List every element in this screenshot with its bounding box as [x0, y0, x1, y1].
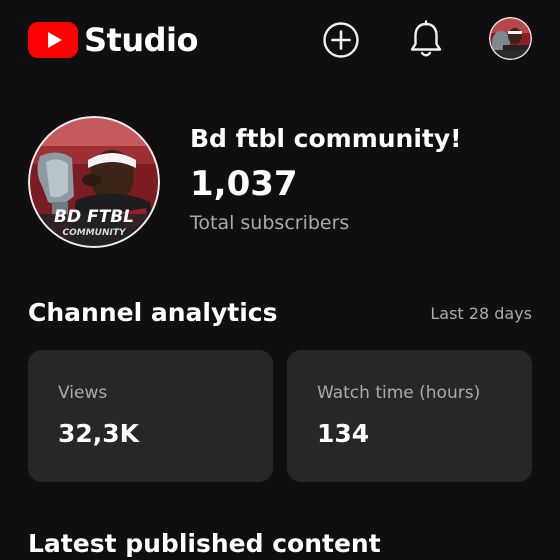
studio-logo[interactable]: Studio [28, 22, 198, 58]
watch-time-label: Watch time (hours) [317, 383, 481, 403]
add-circle-icon [323, 22, 359, 58]
create-button[interactable] [321, 20, 361, 60]
channel-avatar-image: BD FTBL COMMUNITY [28, 116, 160, 248]
channel-avatar[interactable]: BD FTBL COMMUNITY [28, 116, 160, 248]
subscriber-label: Total subscribers [190, 212, 350, 234]
views-card[interactable]: Views 32,3K [28, 350, 273, 482]
account-avatar [489, 17, 532, 60]
watch-time-card[interactable]: Watch time (hours) 134 [287, 350, 532, 482]
channel-info: Bd ftbl community! 1,037 Total subscribe… [190, 122, 530, 236]
avatar-logo-text: BD FTBL [54, 207, 134, 227]
channel-name[interactable]: Bd ftbl community! [190, 122, 530, 156]
top-app-bar: Studio [0, 0, 560, 80]
app-title: Studio [84, 21, 198, 59]
subscriber-count: 1,037 [190, 164, 298, 204]
latest-content-title: Latest published content [28, 529, 381, 558]
analytics-period: Last 28 days [430, 304, 532, 323]
notifications-button[interactable] [406, 20, 446, 60]
analytics-section-title[interactable]: Channel analytics [28, 297, 277, 329]
account-avatar-button[interactable] [489, 17, 532, 60]
watch-time-value: 134 [317, 419, 370, 448]
studio-app: Studio BD FTBL COMMUNITY Bd ftbl communi… [0, 0, 560, 560]
views-value: 32,3K [58, 419, 140, 448]
avatar-logo-subtext: COMMUNITY [62, 228, 126, 238]
views-label: Views [58, 383, 108, 403]
bell-icon [410, 20, 442, 57]
youtube-logo-icon [28, 22, 78, 58]
